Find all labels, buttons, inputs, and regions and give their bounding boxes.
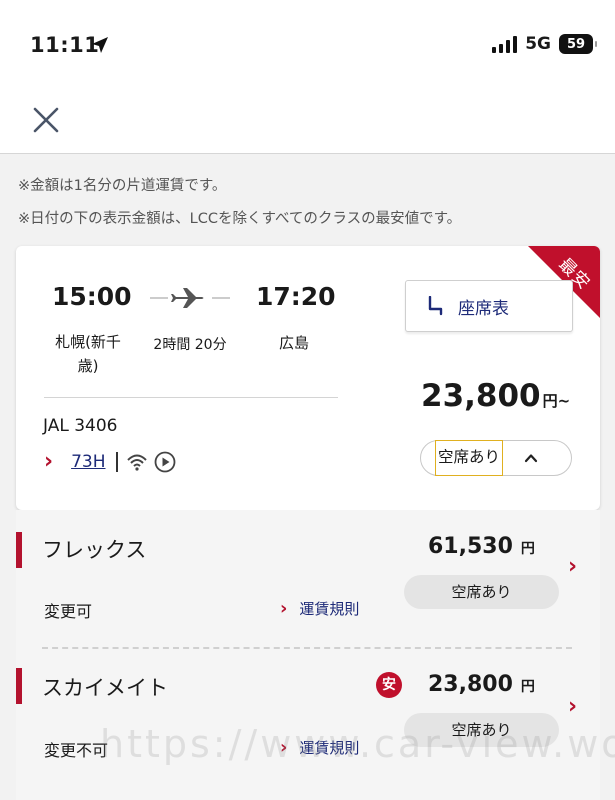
- seat-map-label: 座席表: [458, 298, 509, 319]
- availability-toggle[interactable]: 空席あり: [420, 440, 572, 476]
- arrival-airport: 広島: [278, 334, 309, 352]
- fare-price-value: 23,800: [428, 672, 513, 697]
- network-type: 5G: [525, 34, 551, 54]
- aircraft-row: › 73H: [44, 450, 176, 474]
- flight-number: JAL 3406: [43, 416, 118, 436]
- fare-availability: 空席あり: [404, 575, 559, 609]
- lowest-price-unit: 円~: [542, 392, 571, 410]
- departure-airport: 札幌(新千歳): [55, 333, 121, 375]
- note-line: ※金額は1名分の片道運賃です。: [18, 178, 227, 194]
- fare-name: スカイメイト: [42, 676, 168, 700]
- fare-change-policy: 変更可: [44, 602, 93, 621]
- fare-name: フレックス: [42, 538, 147, 562]
- status-indicators: 5G 59: [492, 34, 597, 54]
- lowest-price-value: 23,800: [421, 378, 541, 414]
- aircraft-type-link[interactable]: 73H: [71, 452, 105, 472]
- battery-icon: 59: [559, 34, 597, 54]
- status-time: 11:11: [30, 33, 100, 57]
- airplane-icon: [150, 288, 230, 308]
- signal-icon: [492, 35, 518, 53]
- close-icon: [33, 107, 59, 133]
- seat-icon: [428, 296, 443, 316]
- fare-notes: ※金額は1名分の片道運賃です。 ※日付の下の表示金額は、LCCを除くすべてのクラ…: [18, 170, 461, 236]
- departure-time: 15:00: [52, 282, 132, 311]
- status-bar: 11:11 5G 59: [0, 0, 615, 88]
- watermark: https://www.car-view.work: [100, 722, 615, 766]
- fare-rules-link[interactable]: › 運賃規則: [280, 598, 359, 619]
- separator: [115, 452, 118, 472]
- fare-accent-bar: [16, 532, 22, 568]
- chevron-up-icon: [524, 454, 538, 463]
- fare-price-unit: 円: [520, 541, 535, 557]
- fare-price: 23,800 円: [428, 672, 535, 697]
- fare-price: 61,530 円: [428, 534, 535, 559]
- fare-divider: [42, 647, 572, 649]
- flight-card[interactable]: 最安 15:00 17:20 札幌(新千歳) 2時間 20分 広島 JAL 34…: [16, 246, 600, 510]
- fare-price-value: 61,530: [428, 534, 513, 559]
- lowest-price: 23,800 円~: [421, 378, 570, 414]
- fare-accent-bar: [16, 668, 22, 704]
- chevron-right-icon: ›: [44, 449, 54, 474]
- arrival-time: 17:20: [256, 282, 336, 311]
- divider: [44, 397, 338, 398]
- flight-duration: 2時間 20分: [153, 337, 227, 353]
- chevron-right-icon: ›: [280, 597, 288, 619]
- location-arrow-icon: [92, 37, 108, 53]
- battery-level: 59: [566, 36, 586, 52]
- fare-select-chevron-icon[interactable]: ›: [568, 554, 577, 579]
- note-line: ※日付の下の表示金額は、LCCを除くすべてのクラスの最安値です。: [18, 211, 462, 227]
- header: [0, 88, 615, 154]
- fare-rules-label: 運賃規則: [299, 600, 360, 618]
- cheap-badge: 安: [376, 672, 402, 698]
- availability-label: 空席あり: [435, 440, 504, 476]
- seat-map-button[interactable]: 座席表: [405, 280, 573, 332]
- fare-price-unit: 円: [520, 679, 535, 695]
- fare-select-chevron-icon[interactable]: ›: [568, 694, 577, 719]
- fare-change-policy: 変更不可: [44, 741, 109, 760]
- wifi-icon: [126, 454, 147, 471]
- play-icon: [154, 451, 175, 473]
- close-button[interactable]: [28, 102, 64, 138]
